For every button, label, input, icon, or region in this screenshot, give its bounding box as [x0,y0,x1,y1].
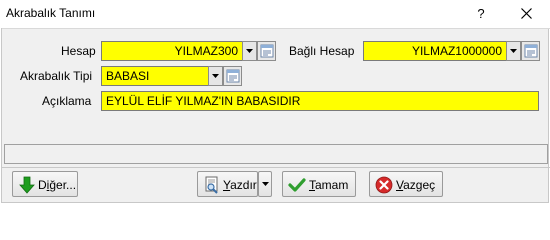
cancel-icon [375,176,393,194]
hesap-lookup-button[interactable] [257,41,276,61]
vazgec-button[interactable]: Vazgeç [369,171,443,197]
lookup-icon [226,69,239,83]
chevron-down-icon [261,182,269,186]
aciklama-input[interactable]: EYLÜL ELİF YILMAZ'IN BABASIDIR [101,91,539,111]
hesap-label: Hesap [61,44,96,58]
close-icon [520,8,532,19]
hesap-input[interactable]: YILMAZ300 [101,41,243,61]
vazgec-label: Vazgeç [396,178,436,192]
akrabalik-tipi-label: Akrabalık Tipi [20,69,93,83]
print-preview-icon [205,176,218,194]
akrabalik-tipi-select[interactable]: BABASI [101,66,209,86]
akrabalik-tipi-dropdown-button[interactable] [208,66,223,86]
tamam-button[interactable]: Tamam [282,171,356,197]
bagli-hesap-label: Bağlı Hesap [289,44,355,58]
arrow-down-icon [19,176,35,194]
akrabalik-tipi-lookup-button[interactable] [223,66,242,86]
divider [2,167,550,168]
tamam-label: Tamam [309,178,349,192]
diger-button[interactable]: Diğer... [12,171,78,197]
hesap-dropdown-button[interactable] [242,41,257,61]
close-button[interactable] [514,3,538,25]
lookup-icon [524,44,537,58]
aciklama-label: Açıklama [42,94,92,108]
chevron-down-icon [510,49,517,53]
bagli-hesap-dropdown-button[interactable] [506,41,521,61]
title-bar: Akrabalık Tanımı ? [0,0,550,28]
diger-label: Diğer... [38,178,77,192]
bagli-hesap-lookup-button[interactable] [521,41,540,61]
yazdir-dropdown-button[interactable] [258,171,272,197]
check-icon [288,178,306,192]
chevron-down-icon [212,74,219,78]
divider [2,28,550,29]
lookup-icon [260,44,273,58]
help-button[interactable]: ? [470,3,492,25]
dialog-body: Hesap YILMAZ300 Bağlı Hesap YILMAZ100000… [1,28,550,203]
bagli-hesap-input[interactable]: YILMAZ1000000 [363,41,507,61]
status-bar [4,144,548,164]
yazdir-label: Yazdır [223,178,257,192]
window-title: Akrabalık Tanımı [6,6,96,20]
chevron-down-icon [246,49,253,53]
yazdir-button[interactable]: Yazdır [197,171,258,197]
